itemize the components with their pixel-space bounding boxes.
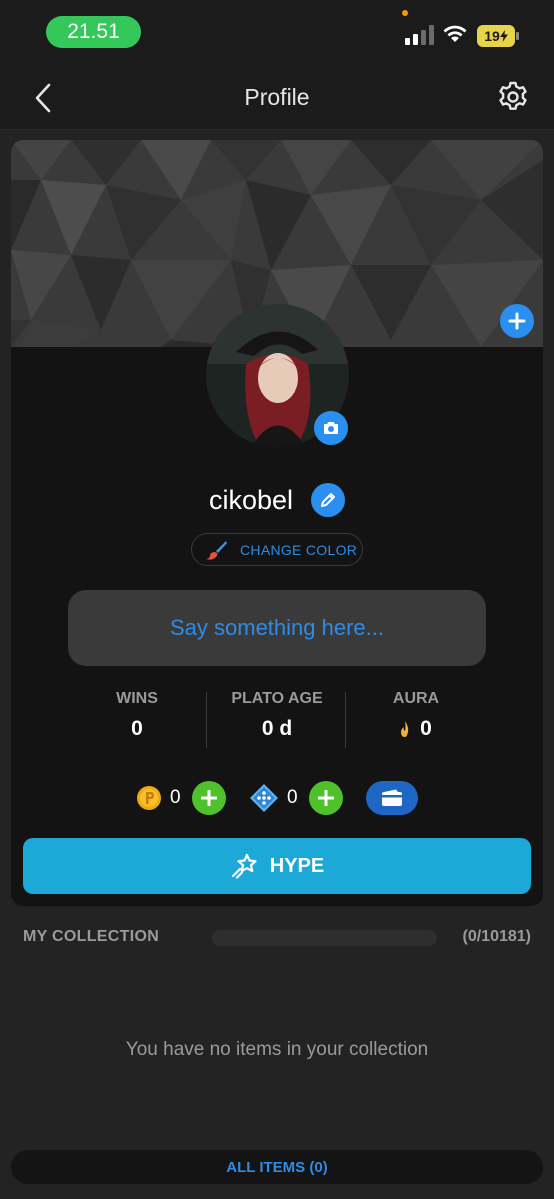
- change-color-button[interactable]: CHANGE COLOR: [191, 533, 363, 566]
- add-coins-button[interactable]: [192, 781, 226, 815]
- add-gems-button[interactable]: [309, 781, 343, 815]
- gems-value: 0: [287, 787, 298, 808]
- page-title: Profile: [244, 84, 310, 110]
- username: cikobel: [208, 484, 294, 515]
- stat-value-row: 0: [346, 717, 486, 741]
- stat-wins: WINS 0: [67, 690, 207, 741]
- stats-row: WINS 0 PLATO AGE 0 d AURA 0: [11, 690, 543, 748]
- add-banner-button[interactable]: [500, 304, 534, 338]
- settings-button[interactable]: [496, 80, 530, 114]
- stat-value-row: 0: [67, 717, 207, 741]
- plus-icon: [508, 312, 526, 330]
- stat-aura: AURA 0: [346, 690, 486, 741]
- camera-icon: [324, 422, 338, 434]
- collection-title: MY COLLECTION: [23, 928, 160, 945]
- empty-collection-message: You have no items in your collection: [125, 1039, 429, 1060]
- dice-icon: [250, 784, 278, 812]
- plus-icon: [201, 790, 217, 806]
- currency-row: 0 0: [11, 781, 543, 815]
- stat-value: 0 d: [261, 717, 293, 740]
- gems-group: 0: [249, 781, 343, 815]
- gear-icon: [499, 81, 527, 110]
- status-bar: 21.51 19: [0, 0, 554, 66]
- change-color-label: CHANGE COLOR: [240, 541, 358, 558]
- stat-value-row: 0 d: [207, 717, 347, 741]
- wifi-icon: [443, 25, 467, 42]
- cellular-signal-icon: [405, 25, 434, 45]
- stat-label: AURA: [392, 690, 440, 707]
- stat-value: 0: [420, 717, 432, 740]
- coins-value: 0: [170, 787, 181, 808]
- battery-icon: 19: [477, 25, 519, 47]
- edit-username-button[interactable]: [311, 483, 346, 517]
- collection-count: (0/10181): [462, 928, 532, 945]
- hype-label: HYPE: [269, 854, 325, 877]
- battery-level: 19: [484, 28, 500, 44]
- stat-label: PLATO AGE: [231, 690, 323, 707]
- shooting-star-icon: [231, 853, 257, 879]
- collection-header: MY COLLECTION (0/10181): [0, 926, 554, 950]
- collection-progress-bar: [212, 930, 437, 946]
- stat-label: WINS: [116, 690, 158, 707]
- flame-icon: [401, 721, 409, 737]
- coins-group: 0: [136, 781, 226, 815]
- privacy-indicator-icon: [402, 10, 408, 16]
- stat-value: 0: [131, 717, 143, 740]
- pencil-icon: [321, 493, 336, 507]
- profile-card: cikobel CHANGE COLOR Say something here.…: [11, 140, 543, 906]
- hype-button[interactable]: HYPE: [23, 838, 531, 894]
- coin-icon: [137, 786, 161, 810]
- wallet-icon: [382, 789, 402, 806]
- top-nav: Profile: [0, 66, 554, 130]
- username-row: cikobel: [11, 480, 543, 520]
- bio-input[interactable]: Say something here...: [68, 590, 486, 666]
- status-time[interactable]: 21.51: [46, 16, 141, 48]
- wallet-button[interactable]: [366, 781, 418, 815]
- all-items-button[interactable]: ALL ITEMS (0): [11, 1150, 543, 1184]
- change-avatar-button[interactable]: [314, 411, 348, 445]
- charging-bolt-icon: [499, 30, 508, 42]
- paintbrush-icon: [206, 540, 227, 560]
- plus-icon: [318, 790, 334, 806]
- stat-plato-age: PLATO AGE 0 d: [207, 690, 347, 741]
